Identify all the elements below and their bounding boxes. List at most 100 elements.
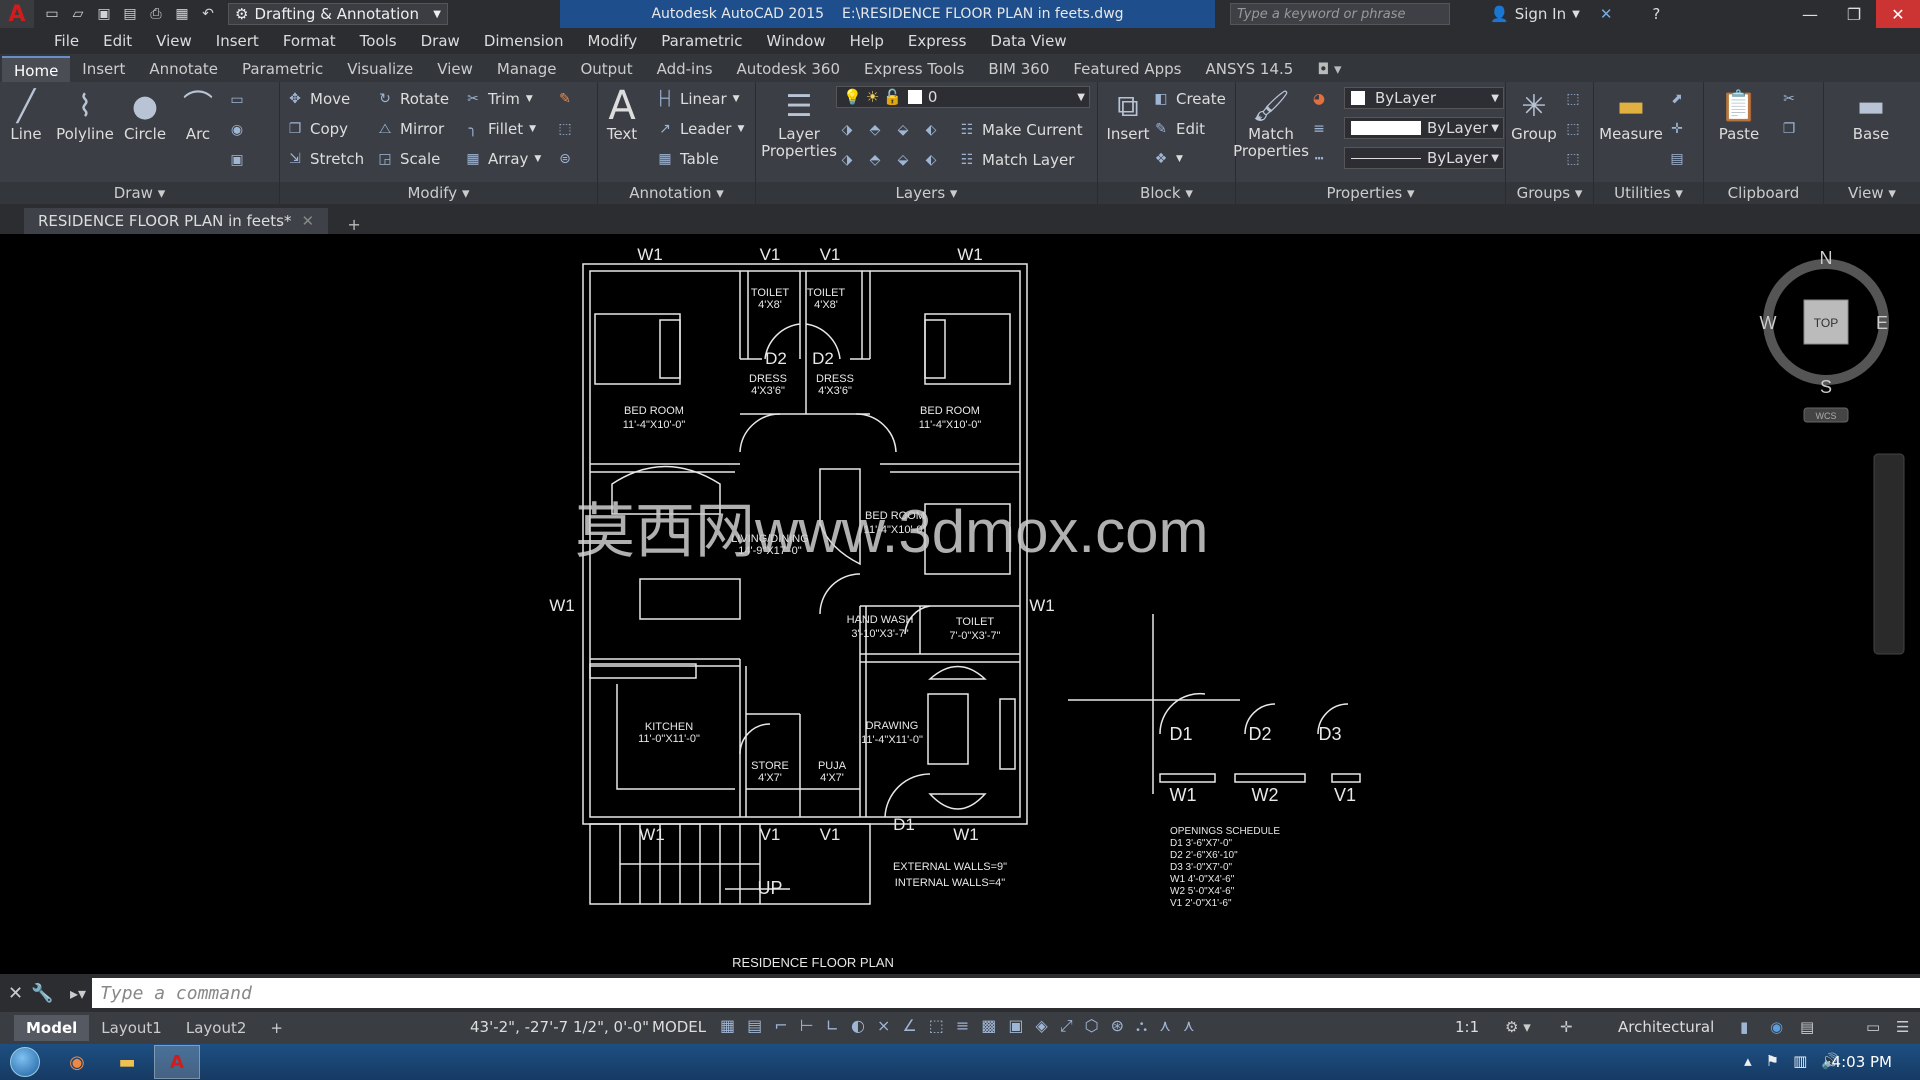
lineweight-toggle-icon[interactable]: ≡ (956, 1016, 969, 1036)
copy-button[interactable]: ❐ Copy (286, 117, 348, 141)
sign-in-button[interactable]: 👤 Sign In ▼ ✕ ? (1490, 0, 1660, 28)
viewcube-east[interactable]: E (1876, 313, 1888, 333)
lineweight-dropdown[interactable]: ByLayer ▼ (1344, 117, 1504, 139)
arc-button[interactable]: ⌒ Arc (176, 86, 220, 143)
ungroup-icon[interactable]: ⬚ (1564, 87, 1582, 111)
start-button[interactable] (0, 1044, 50, 1080)
point-icon[interactable]: ✛ (1668, 117, 1686, 141)
offset-button[interactable]: ⊜ (556, 147, 574, 171)
wrench-icon[interactable]: 🔧 (31, 983, 53, 1004)
layer-properties-button[interactable]: ☰ Layer Properties (760, 86, 838, 160)
table-button[interactable]: ▦ Table (656, 147, 718, 171)
group-select-icon[interactable]: ⬚ (1564, 147, 1582, 171)
menu-draw[interactable]: Draw (421, 32, 460, 50)
undo-icon[interactable]: ↶ (198, 5, 218, 23)
menu-format[interactable]: Format (283, 32, 336, 50)
viewcube[interactable]: TOP N S E W WCS (1760, 248, 1889, 423)
ortho-icon[interactable]: ∟ (826, 1016, 839, 1036)
group-button[interactable]: ✳ Group (1508, 86, 1560, 143)
fillet-button[interactable]: ╮ Fillet ▼ (464, 117, 536, 141)
autocad-taskbar-icon[interactable]: A (154, 1045, 200, 1079)
region-button[interactable]: ▣ (228, 148, 246, 172)
exchange-icon[interactable]: ✕ (1600, 5, 1613, 23)
view-panel-title[interactable]: View ▾ (1824, 182, 1920, 204)
menu-parametric[interactable]: Parametric (661, 32, 742, 50)
groups-panel-title[interactable]: Groups ▾ (1506, 182, 1593, 204)
command-history-icon[interactable]: ▸▾ (70, 984, 86, 1003)
quick-properties-icon[interactable]: ▮ (1740, 1018, 1748, 1036)
trim-button[interactable]: ✂ Trim ▼ (464, 87, 533, 111)
match-layer-button[interactable]: ☷ Match Layer (958, 148, 1075, 172)
3d-osnap-icon[interactable]: ◈ (1036, 1016, 1048, 1036)
annotation-scale-icon[interactable]: ⋏ (1183, 1016, 1195, 1036)
restore-icon[interactable]: ❐ (1832, 0, 1876, 28)
menu-dimension[interactable]: Dimension (484, 32, 564, 50)
navigation-bar[interactable] (1873, 453, 1905, 655)
menu-data-view[interactable]: Data View (990, 32, 1066, 50)
hardware-acceleration-icon[interactable]: ▤ (1800, 1018, 1814, 1036)
menu-view[interactable]: View (156, 32, 192, 50)
chrome-icon[interactable]: ◉ (54, 1045, 100, 1079)
drawing-canvas[interactable]: TOILET 4'X8' TOILET 4'X8' DRESS 4'X3'6" … (0, 234, 1920, 974)
rectangle-button[interactable]: ▭ (228, 88, 246, 112)
properties-panel-title[interactable]: Properties ▾ (1236, 182, 1505, 204)
layer-dropdown[interactable]: 💡 ☀ 🔓 0 ▼ (836, 86, 1090, 108)
tab-home[interactable]: Home (2, 56, 71, 82)
workspace-switch-icon[interactable]: ⚙ ▾ (1505, 1018, 1531, 1036)
lineweight-icon[interactable]: ≡ (1310, 117, 1328, 141)
minimize-icon[interactable]: — (1788, 0, 1832, 28)
mirror-button[interactable]: ⧍ Mirror (376, 117, 444, 141)
close-icon[interactable]: ✕ (301, 212, 314, 230)
circle-button[interactable]: ● Circle (120, 86, 170, 143)
layer-unlock-icon[interactable]: ⬖ (922, 151, 940, 169)
clean-screen-icon[interactable]: ▭ (1866, 1018, 1880, 1036)
utilities-panel-title[interactable]: Utilities ▾ (1594, 182, 1703, 204)
tab-insert[interactable]: Insert (70, 56, 137, 82)
array-button[interactable]: ▦ Array ▼ (464, 147, 541, 171)
menu-insert[interactable]: Insert (216, 32, 259, 50)
menu-file[interactable]: File (54, 32, 79, 50)
coordinates-readout[interactable]: 43'-2", -27'-7 1/2", 0'-0" (470, 1018, 649, 1036)
layer-off-icon[interactable]: ⬗ (838, 121, 856, 139)
clock[interactable]: 4:03 PM (1832, 1053, 1892, 1071)
match-properties-button[interactable]: 🖌 Match Properties (1233, 86, 1309, 160)
layer-on-icon[interactable]: ⬗ (838, 151, 856, 169)
tab-model[interactable]: Model (14, 1015, 90, 1041)
osnap-icon[interactable]: ⬚ (929, 1016, 944, 1036)
polar-icon[interactable]: ◐ (851, 1016, 865, 1036)
save-as-icon[interactable]: ▤ (120, 5, 140, 23)
tab-express-tools[interactable]: Express Tools (852, 56, 976, 82)
hatch-button[interactable]: ◉ (228, 118, 246, 142)
snap-icon[interactable]: ▤ (747, 1016, 762, 1036)
document-tab[interactable]: RESIDENCE FLOOR PLAN in feets* ✕ (24, 208, 329, 234)
floor-plan-svg[interactable]: TOILET 4'X8' TOILET 4'X8' DRESS 4'X3'6" … (0, 234, 1920, 974)
polyline-button[interactable]: ⌇ Polyline (52, 86, 118, 143)
layer-freeze-icon[interactable]: ⬙ (894, 121, 912, 139)
calculator-icon[interactable]: ▤ (1668, 147, 1686, 171)
tab-autodesk-360[interactable]: Autodesk 360 (725, 56, 852, 82)
tab-ansys[interactable]: ANSYS 14.5 (1193, 56, 1305, 82)
menu-express[interactable]: Express (908, 32, 967, 50)
help-search-input[interactable]: Type a keyword or phrase (1230, 3, 1450, 25)
leader-button[interactable]: ↗ Leader ▼ (656, 117, 744, 141)
add-layout-icon[interactable]: + (258, 1015, 295, 1041)
viewcube-west[interactable]: W (1760, 313, 1777, 333)
layers-panel-title[interactable]: Layers ▾ (756, 182, 1097, 204)
selection-filter-icon[interactable]: ⬡ (1085, 1016, 1099, 1036)
tab-manage[interactable]: Manage (485, 56, 569, 82)
object-tracking-icon[interactable]: ∠ (902, 1016, 916, 1036)
copy-clip-icon[interactable]: ❐ (1780, 117, 1798, 141)
color-wheel-icon[interactable]: ◕ (1310, 87, 1328, 111)
close-icon[interactable]: ✕ (8, 983, 23, 1004)
close-icon[interactable]: ✕ (1876, 0, 1920, 28)
tab-parametric[interactable]: Parametric (230, 56, 335, 82)
new-file-icon[interactable]: ▭ (42, 5, 62, 23)
units-dropdown[interactable]: Architectural (1618, 1018, 1714, 1036)
tab-add-ins[interactable]: Add-ins (645, 56, 725, 82)
viewcube-top[interactable]: TOP (1814, 316, 1838, 330)
menu-window[interactable]: Window (766, 32, 825, 50)
wcs-menu[interactable]: WCS (1816, 411, 1837, 421)
base-view-button[interactable]: ▬ Base (1844, 86, 1898, 143)
new-tab-icon[interactable]: + (342, 214, 366, 234)
quick-select-icon[interactable]: ⬈ (1668, 87, 1686, 111)
